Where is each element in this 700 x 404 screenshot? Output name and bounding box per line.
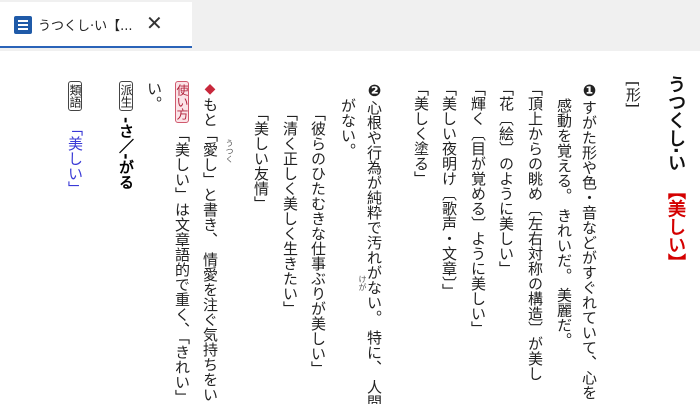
usage-text: 「美しい」は文章語的で重く、「きれい」は — [173, 127, 191, 404]
close-icon[interactable]: ✕ — [146, 11, 163, 35]
headword-column: うつくし·い【美しい】 — [665, 75, 686, 272]
dictionary-icon — [14, 16, 32, 34]
sense2-text: 心根や行為が純粋で汚れがない。 特に、 人間 — [365, 100, 383, 404]
tab-bar: うつくし·い【... ✕ — [0, 0, 700, 51]
example-1e: 「美しく塗る」 — [412, 81, 430, 186]
sense1-number: ❶ — [580, 81, 599, 100]
note-line2: い。 — [145, 81, 163, 111]
synonym-line: 類語「美しい」 — [66, 81, 84, 196]
tab-title: うつくし·い【... — [38, 19, 133, 34]
sense2-number: ❷ — [365, 81, 384, 100]
example-1c: 「輝く〔目が覚める〕ように美しい」 — [469, 81, 487, 336]
ruby-utsuku: うつく — [225, 139, 234, 163]
headword-kanji: 【美しい】 — [665, 181, 686, 272]
usage-line: 使い方「美しい」は文章語的で重く、「きれい」は — [173, 81, 191, 404]
derived-text: -さ／-がる — [117, 117, 135, 190]
part-of-speech: [形] — [624, 81, 642, 108]
synonym-link[interactable]: 「美しい」 — [66, 121, 84, 196]
example-2b: 「清く正しく美しく生きたい」 — [281, 106, 299, 316]
example-1d: 「美しい夜明け〔歌声・文章〕」 — [440, 81, 458, 299]
example-2c: 「美しい友情」 — [252, 106, 270, 211]
sense2-line2: がない。 — [339, 98, 357, 158]
example-1a: 「頂上からの眺め〔左右対称の構造〕が美し — [526, 81, 544, 381]
note-text: もと「愛し」と書き、 情愛を注ぐ気持ちをい — [201, 97, 219, 402]
diamond-icon: ◆ — [202, 81, 218, 97]
sense1-text: すがた形や色・音などがすぐれていて、心を — [580, 100, 598, 400]
sense1-line2: 感動を覚える。 きれいだ。 美麗だ。 — [555, 98, 573, 348]
entry-content: うつくし·い【美しい】 [形] ❶すがた形や色・音などがすぐれていて、心を 感動… — [0, 51, 700, 404]
sense2-line1: ❷心根や行為が純粋で汚れがない。 特に、 人間 — [365, 81, 384, 404]
headword: うつくし·い — [665, 75, 686, 172]
usage-label: 使い方 — [175, 81, 189, 123]
derived-line: 派生 -さ／-がる — [117, 81, 135, 190]
sense1-line1: ❶すがた形や色・音などがすぐれていて、心を — [580, 81, 599, 400]
ruby-kega: けが — [358, 275, 367, 291]
tab-active[interactable]: うつくし·い【... ✕ — [0, 2, 192, 48]
synonym-label: 類語 — [68, 81, 82, 111]
derived-label: 派生 — [119, 81, 133, 111]
note-line1: ◆もと「愛し」と書き、 情愛を注ぐ気持ちをい — [201, 81, 219, 402]
example-1b: 「花〔絵〕のように美しい」 — [497, 81, 515, 276]
example-2a: 「彼らのひたむきな仕事ぶりが美しい」 — [309, 106, 327, 376]
